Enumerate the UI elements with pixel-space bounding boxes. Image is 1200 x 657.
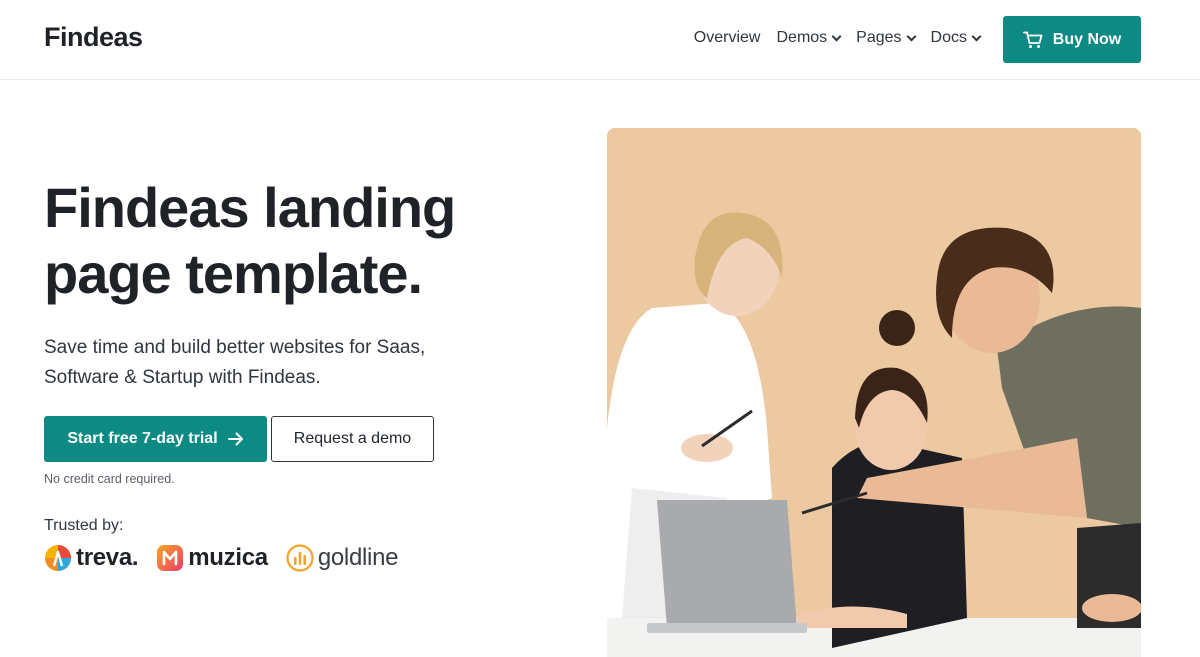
hero-image xyxy=(607,128,1141,657)
muzica-logo-icon xyxy=(157,545,184,571)
hero-title-line: Findeas landing xyxy=(44,176,456,239)
hero-subtitle-line: Save time and build better websites for … xyxy=(44,337,426,358)
trusted-by-label: Trusted by: xyxy=(44,517,124,534)
nav-item-pages[interactable]: Pages xyxy=(856,29,916,47)
nav-item-overview[interactable]: Overview xyxy=(694,29,761,47)
nav-item-docs[interactable]: Docs xyxy=(930,29,982,47)
cart-icon xyxy=(1022,31,1043,48)
start-trial-label: Start free 7-day trial xyxy=(67,430,218,447)
chevron-down-icon xyxy=(831,31,842,41)
hero-subtitle: Save time and build better websites for … xyxy=(44,333,514,393)
hero-subtitle-line: Software & Startup with Findeas. xyxy=(44,367,321,388)
main-nav: Overview Demos Pages Docs xyxy=(694,29,982,47)
nav-item-demos[interactable]: Demos xyxy=(776,29,842,47)
treva-logo-icon xyxy=(45,545,71,571)
brand-muzica: muzica xyxy=(156,544,268,572)
nav-label: Pages xyxy=(856,29,902,46)
request-demo-button[interactable]: Request a demo xyxy=(271,416,434,462)
trusted-brands: treva. muzica goldline xyxy=(44,544,398,572)
brand-name: treva. xyxy=(76,544,139,571)
team-photo-illustration xyxy=(607,128,1141,657)
hero-title-line: page template. xyxy=(44,242,423,305)
buy-now-button[interactable]: Buy Now xyxy=(1003,16,1141,63)
brand-name: muzica xyxy=(188,544,268,571)
start-trial-button[interactable]: Start free 7-day trial xyxy=(44,416,267,462)
nav-label: Docs xyxy=(930,29,967,46)
no-credit-card-note: No credit card required. xyxy=(44,472,175,486)
brand-treva: treva. xyxy=(44,544,139,572)
chevron-down-icon xyxy=(971,31,982,41)
nav-label: Demos xyxy=(776,29,828,46)
top-navbar: Findeas Overview Demos Pages Docs Buy No… xyxy=(0,0,1200,80)
chevron-down-icon xyxy=(906,31,916,41)
nav-label: Overview xyxy=(693,29,761,46)
goldline-logo-icon xyxy=(286,544,314,572)
buy-now-label: Buy Now xyxy=(1052,30,1122,48)
site-logo[interactable]: Findeas xyxy=(44,22,143,53)
brand-goldline: goldline xyxy=(286,544,398,572)
hero-title: Findeas landing page template. xyxy=(44,175,564,307)
arrow-right-icon xyxy=(227,432,243,446)
request-demo-label: Request a demo xyxy=(293,430,412,447)
brand-name: goldline xyxy=(317,544,399,571)
